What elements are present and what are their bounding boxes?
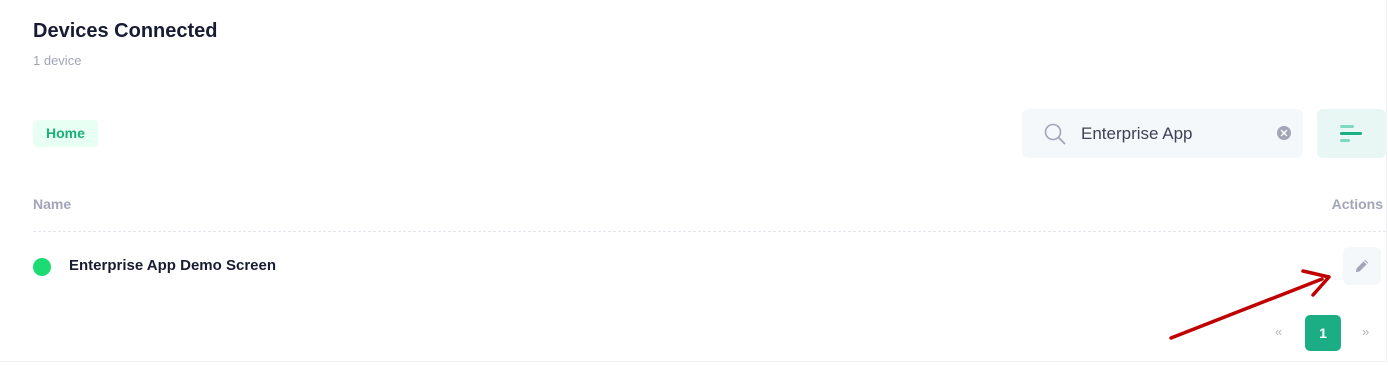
search-icon	[1044, 123, 1066, 145]
column-header-actions: Actions	[1331, 196, 1383, 212]
filter-chip-home[interactable]: Home	[33, 120, 98, 147]
search-box	[1022, 109, 1303, 158]
device-count: 1 device	[33, 53, 82, 68]
column-header-name: Name	[33, 196, 72, 212]
filter-lines-icon	[1340, 125, 1362, 142]
clear-icon[interactable]	[1277, 126, 1291, 140]
pagination-prev[interactable]: «	[1275, 324, 1282, 339]
device-name[interactable]: Enterprise App Demo Screen	[69, 257, 276, 274]
filter-button[interactable]	[1317, 109, 1386, 158]
page-title: Devices Connected	[33, 20, 218, 42]
pagination: « 1 »	[0, 315, 1388, 351]
pencil-icon	[1356, 259, 1369, 272]
pagination-page-1[interactable]: 1	[1305, 315, 1341, 351]
clear-x-icon	[1280, 129, 1288, 137]
pagination-next[interactable]: »	[1362, 324, 1369, 339]
table-row: Enterprise App Demo Screen	[0, 232, 1388, 300]
status-online-icon	[33, 258, 51, 276]
devices-card: Devices Connected 1 device Home Name Act…	[0, 0, 1387, 362]
search-input[interactable]	[1081, 121, 1271, 147]
edit-button[interactable]	[1343, 247, 1381, 285]
